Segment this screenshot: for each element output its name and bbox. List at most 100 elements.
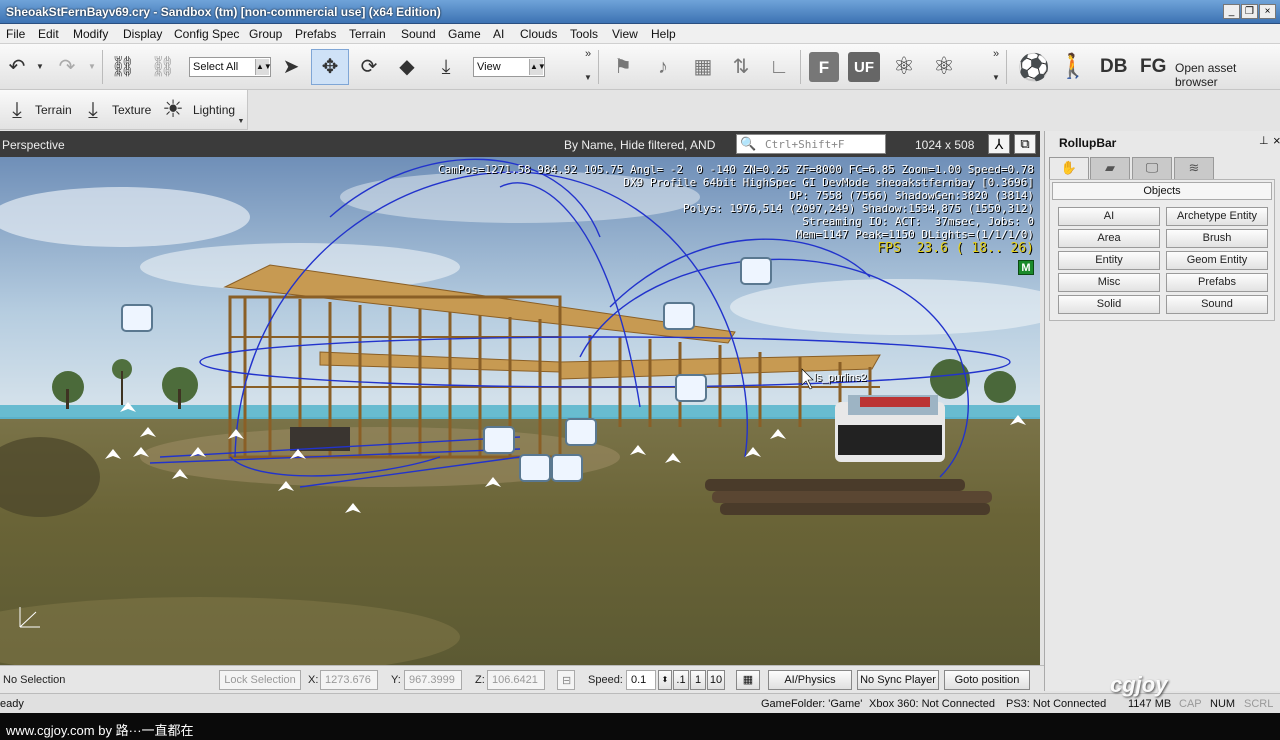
- toolbar-overflow-icon[interactable]: »: [582, 48, 594, 60]
- solid-button[interactable]: Solid: [1058, 295, 1160, 314]
- reference-coord-combo[interactable]: View ▲▼: [473, 57, 546, 77]
- search-icon: 🔍: [740, 136, 757, 151]
- z-label: Z:: [475, 674, 485, 686]
- database-button[interactable]: DB: [1100, 56, 1127, 78]
- prefabs-button[interactable]: Prefabs: [1166, 273, 1268, 292]
- redo-icon[interactable]: ↷: [52, 53, 82, 81]
- menu-game[interactable]: Game: [448, 27, 481, 41]
- lighting-icon[interactable]: ☀: [158, 96, 188, 124]
- archetype-entity-button[interactable]: Archetype Entity: [1166, 207, 1268, 226]
- viewport-name[interactable]: Perspective: [2, 138, 65, 152]
- lock-selection-button[interactable]: Lock Selection: [219, 670, 301, 690]
- menu-modify[interactable]: Modify: [73, 27, 108, 41]
- selection-filter-combo[interactable]: Select All ▲▼: [189, 57, 272, 77]
- lighting-button[interactable]: Lighting: [193, 103, 235, 117]
- open-asset-browser-button[interactable]: Open asset browser: [1175, 61, 1280, 89]
- maximize-viewport-icon[interactable]: ⧉: [1014, 134, 1036, 154]
- close-button[interactable]: ×: [1259, 4, 1276, 19]
- undo-dropdown-icon[interactable]: ▼: [34, 58, 46, 76]
- menu-group[interactable]: Group: [249, 27, 282, 41]
- menu-help[interactable]: Help: [651, 27, 676, 41]
- link-icon[interactable]: ⛓: [106, 53, 140, 81]
- objects-section-header[interactable]: Objects: [1052, 182, 1272, 200]
- terrain-button[interactable]: Terrain: [35, 103, 72, 117]
- menu-display[interactable]: Display: [123, 27, 162, 41]
- cloud: [0, 187, 250, 247]
- simulate-icon[interactable]: ⚛: [926, 52, 962, 82]
- menu-clouds[interactable]: Clouds: [520, 27, 557, 41]
- num-lock-indicator: NUM: [1210, 698, 1236, 710]
- tab-objects-icon[interactable]: ✋: [1049, 157, 1089, 179]
- goto-position-button[interactable]: Goto position: [944, 670, 1030, 690]
- snap-angle-icon[interactable]: ♪: [646, 53, 680, 81]
- menu-config-spec[interactable]: Config Spec: [174, 27, 239, 41]
- grid-icon[interactable]: ▦: [686, 53, 720, 81]
- z-coord-field[interactable]: 106.6421: [487, 670, 545, 690]
- brush-button[interactable]: Brush: [1166, 229, 1268, 248]
- soccer-ball-icon[interactable]: ⚽: [1017, 52, 1051, 82]
- unlink-icon[interactable]: ⛓: [146, 53, 180, 81]
- f-button[interactable]: F: [809, 52, 839, 82]
- restore-button[interactable]: ❐: [1241, 4, 1258, 19]
- character-icon[interactable]: 🚶: [1058, 52, 1088, 82]
- speed-spinner-icon[interactable]: ⬍: [658, 670, 672, 690]
- move-icon[interactable]: ✥: [311, 49, 349, 85]
- menu-terrain[interactable]: Terrain: [349, 27, 386, 41]
- viewport-resolution[interactable]: 1024 x 508: [915, 138, 974, 152]
- speed-option-10[interactable]: 10: [707, 670, 725, 690]
- menu-view[interactable]: View: [612, 27, 638, 41]
- snap-to-grid-icon[interactable]: ⚑: [606, 53, 640, 81]
- toolbar-options-icon[interactable]: ▼: [582, 72, 594, 84]
- texture-button[interactable]: Texture: [112, 103, 151, 117]
- sound-button[interactable]: Sound: [1166, 295, 1268, 314]
- menu-prefabs[interactable]: Prefabs: [295, 27, 336, 41]
- ai-physics-button[interactable]: AI/Physics: [768, 670, 852, 690]
- geom-entity-button[interactable]: Geom Entity: [1166, 251, 1268, 270]
- y-coord-field[interactable]: 967.3999: [404, 670, 462, 690]
- entity-button[interactable]: Entity: [1058, 251, 1160, 270]
- speed-field[interactable]: 0.1: [626, 670, 656, 690]
- scale-icon[interactable]: ◆: [391, 53, 423, 81]
- axis-helper-icon[interactable]: ⅄: [988, 134, 1010, 154]
- no-sync-player-button[interactable]: No Sync Player: [857, 670, 939, 690]
- toolbar-overflow-icon[interactable]: »: [990, 48, 1002, 60]
- uf-button[interactable]: UF: [848, 52, 880, 82]
- x-coord-field[interactable]: 1273.676: [320, 670, 378, 690]
- menu-tools[interactable]: Tools: [570, 27, 598, 41]
- menu-sound[interactable]: Sound: [401, 27, 436, 41]
- status-bar: No Selection Lock Selection X: 1273.676 …: [0, 665, 1044, 693]
- undo-icon[interactable]: ↶: [2, 53, 32, 81]
- speed-option-1[interactable]: 1: [690, 670, 706, 690]
- menu-file[interactable]: File: [6, 27, 25, 41]
- pin-icon[interactable]: ⊥: [1259, 134, 1269, 147]
- menu-edit[interactable]: Edit: [38, 27, 59, 41]
- physics-icon[interactable]: ⚛: [886, 52, 922, 82]
- terrain-collision-icon[interactable]: ▦: [736, 670, 760, 690]
- 3d-viewport[interactable]: CamPos=1271.58 984.92 105.75 Angl= -2 0 …: [0, 157, 1040, 665]
- minimize-button[interactable]: _: [1223, 4, 1240, 19]
- toolbar-options-icon[interactable]: ▼: [990, 72, 1002, 84]
- tab-terrain-icon[interactable]: ▰: [1090, 157, 1130, 179]
- ps3-status: PS3: Not Connected: [1006, 698, 1107, 710]
- terrain-icon[interactable]: ⤓: [2, 96, 32, 124]
- lock-icon[interactable]: ⊟: [557, 670, 575, 690]
- axis-constraint-icon[interactable]: ∟: [762, 53, 796, 81]
- close-icon[interactable]: ×: [1273, 133, 1280, 148]
- ai-button[interactable]: AI: [1058, 207, 1160, 226]
- hud-profile: DX9 Profile 64bit HighSpec GI DevMode sh…: [623, 176, 1034, 189]
- flowgraph-button[interactable]: FG: [1140, 56, 1166, 78]
- tab-layers-icon[interactable]: ≋: [1174, 157, 1214, 179]
- speed-option-0.1[interactable]: .1: [673, 670, 689, 690]
- select-arrow-icon[interactable]: ➤: [278, 53, 304, 81]
- terrain-snap-icon[interactable]: ⇅: [724, 53, 758, 81]
- viewport-search-input[interactable]: 🔍 Ctrl+Shift+F: [736, 134, 886, 154]
- redo-dropdown-icon[interactable]: ▼: [86, 58, 98, 76]
- toolbar-options-icon[interactable]: ▼: [236, 116, 246, 126]
- menu-ai[interactable]: AI: [493, 27, 504, 41]
- tab-display-icon[interactable]: 🖵: [1132, 157, 1172, 179]
- place-on-terrain-icon[interactable]: ⤓: [429, 53, 463, 81]
- area-button[interactable]: Area: [1058, 229, 1160, 248]
- rotate-icon[interactable]: ⟳: [353, 53, 385, 81]
- texture-icon[interactable]: ⤓: [78, 96, 108, 124]
- misc-button[interactable]: Misc: [1058, 273, 1160, 292]
